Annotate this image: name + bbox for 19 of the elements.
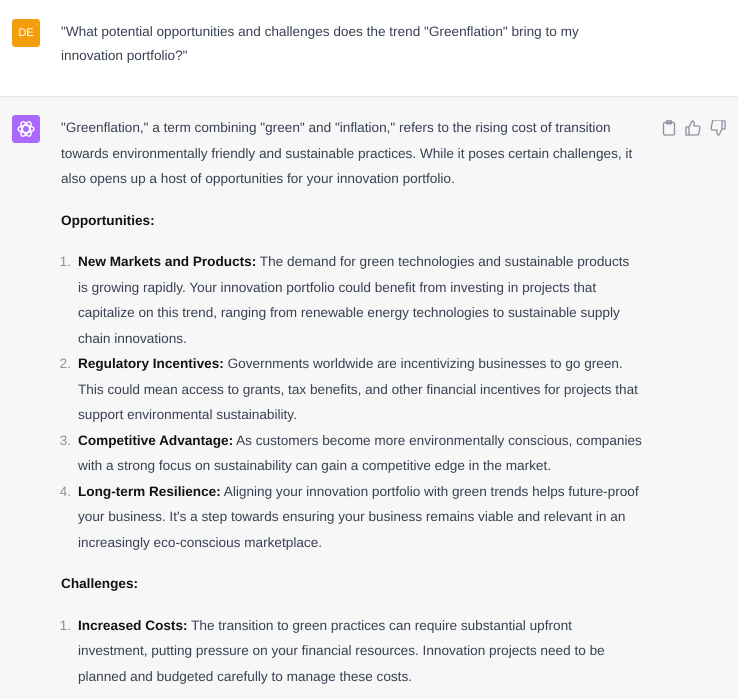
thumbs-up-icon[interactable] xyxy=(685,120,701,136)
list-number: 2. xyxy=(58,355,72,373)
section-heading: Opportunities: xyxy=(61,212,156,230)
list-item-text: Regulatory Incentives: Governments worldwide are incentivizing businesses to go green. This could mean access to grants, tax benefits, and other financial incentives for projects that support environmental sustainability. xyxy=(78,355,639,424)
list-number: 1. xyxy=(58,253,72,271)
user-avatar: DE xyxy=(12,19,40,47)
copy-icon[interactable] xyxy=(662,120,676,136)
list-item-text: Competitive Advantage: As customers become more environmentally conscious, companies with a strong focus on sustainability can gain a competitive edge in the market. xyxy=(78,432,642,475)
intro-paragraph: "Greenflation," a term combining "green" and "inflation," refers to the rising cost of transition towards environmentally friendly and sustainable practices. While it poses certain challenges, it also opens up a host of opportunities for your innovation portfolio. xyxy=(61,119,634,188)
assistant-avatar-icon xyxy=(12,115,40,143)
list-item-text: New Markets and Products: The demand for green technologies and sustainable products is growing rapidly. Your innovation portfolio could benefit from investing in projects that capitalize on this trend, ranging from renewable energy technologies to sustainable supply chain innovations. xyxy=(78,253,630,348)
list-number: 4. xyxy=(58,482,72,500)
section-heading: Challenges: xyxy=(61,575,140,593)
list-item-text: Increased Costs: The transition to green practices can require substantial upfront investment, putting pressure on your financial resources. Innovation projects need to be planned and budgeted carefully to manage these costs. xyxy=(78,616,606,686)
list-number: 3. xyxy=(58,432,72,450)
list-item-text: Long-term Resilience: Aligning your innovation portfolio with green trends helps future-proof your business. It's a step towards ensuring your business remains viable and relevant in an increasingly eco-conscious marketplace. xyxy=(78,482,640,552)
list-number: 1. xyxy=(58,616,72,634)
thumbs-down-icon[interactable] xyxy=(710,120,726,136)
user-message: "What potential opportunities and challenges does the trend "Greenflation" bring to my innovation portfolio?" xyxy=(61,23,580,65)
